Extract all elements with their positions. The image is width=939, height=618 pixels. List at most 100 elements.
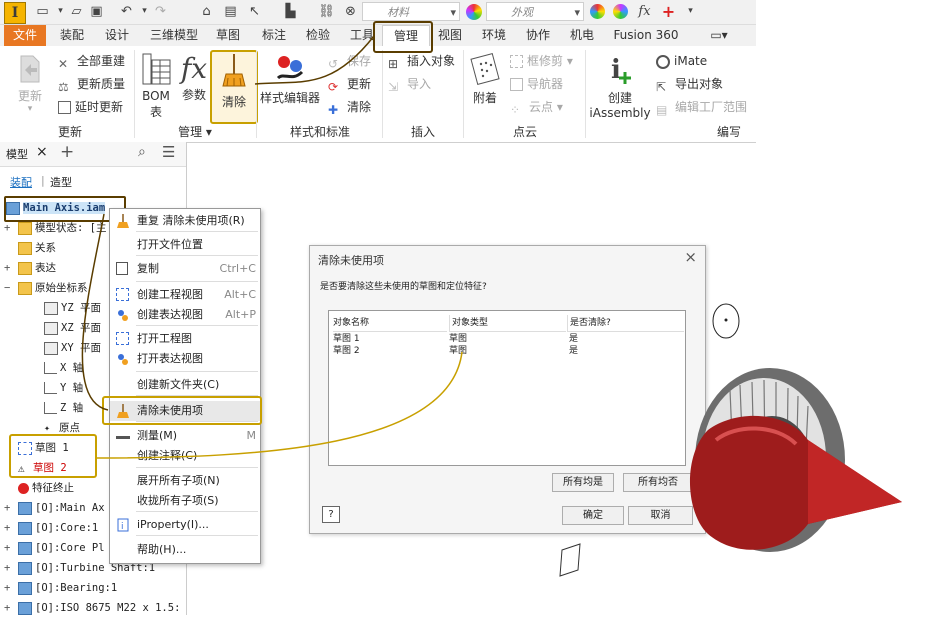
- expand-toggle-icon[interactable]: +: [4, 578, 14, 598]
- menu-item-create-presentation-view[interactable]: 创建表达视图 Alt+P: [110, 305, 260, 325]
- close-icon[interactable]: ×: [36, 144, 48, 160]
- tab-inspect[interactable]: 检验: [298, 25, 338, 46]
- menu-item-copy[interactable]: 复制 Ctrl+C: [110, 259, 260, 279]
- adjust-appearance-icon[interactable]: [590, 4, 605, 19]
- menu-item-measure[interactable]: 测量(M) M: [110, 426, 260, 446]
- link-icon[interactable]: ⛓: [318, 3, 335, 20]
- fx-icon[interactable]: fx: [636, 3, 653, 20]
- tab-assemble[interactable]: 装配: [52, 25, 92, 46]
- update-mass-button[interactable]: ⚖ 更新质量: [58, 74, 125, 94]
- redo-icon[interactable]: ↷: [152, 3, 169, 20]
- tree-item-part-bearing[interactable]: + [O]:Bearing:1: [0, 578, 117, 598]
- expand-toggle-icon[interactable]: +: [4, 258, 14, 278]
- tab-design[interactable]: 设计: [96, 25, 138, 46]
- expand-toggle-icon[interactable]: +: [4, 218, 14, 238]
- menu-item-iproperty[interactable]: i iProperty(I)...: [110, 515, 260, 535]
- new-dropdown-icon[interactable]: ▾: [52, 3, 69, 20]
- expand-toggle-icon[interactable]: −: [4, 278, 14, 298]
- turbine-assembly-model[interactable]: [689, 368, 902, 552]
- imate-button[interactable]: iMate: [656, 51, 707, 71]
- tab-environments[interactable]: 环境: [474, 25, 514, 46]
- tree-item-model-state[interactable]: + 模型状态: [主: [0, 218, 106, 238]
- material-icon[interactable]: ⊗: [342, 3, 359, 20]
- tab-view[interactable]: 视图: [432, 25, 468, 46]
- customize-icon[interactable]: ▾: [682, 3, 699, 20]
- open-icon[interactable]: ▱: [68, 3, 85, 20]
- create-iassembly-button[interactable]: i 创建 iAssembly: [588, 52, 652, 120]
- expand-toggle-icon[interactable]: +: [4, 498, 14, 518]
- rebuild-all-button[interactable]: ✕ 全部重建: [58, 51, 125, 71]
- new-file-icon[interactable]: ▭: [34, 3, 51, 20]
- tab-assembly[interactable]: 装配: [10, 174, 32, 190]
- tab-annotate[interactable]: 标注: [254, 25, 294, 46]
- expand-toggle-icon[interactable]: +: [4, 538, 14, 558]
- tree-item-part-core[interactable]: + [O]:Core:1: [0, 518, 98, 538]
- edit-factory-scope-button[interactable]: ▤ 编辑工厂范围: [656, 97, 747, 117]
- navigator-button[interactable]: 导航器: [510, 74, 563, 94]
- select-icon[interactable]: ↖: [246, 3, 263, 20]
- expand-toggle-icon[interactable]: +: [4, 558, 14, 578]
- menu-item-create-drawing-view[interactable]: 创建工程视图 Alt+C: [110, 285, 260, 305]
- expand-toggle-icon[interactable]: +: [4, 598, 14, 618]
- dialog-close-icon[interactable]: ×: [684, 248, 697, 266]
- menu-item-expand-all[interactable]: 展开所有子项(N): [110, 471, 260, 491]
- parameters-button[interactable]: fx 参数: [176, 52, 212, 103]
- material-dropdown[interactable]: 材料 ▾: [362, 2, 460, 21]
- measure-icon[interactable]: ▙: [282, 3, 299, 20]
- tree-item-y-axis[interactable]: Y 轴: [0, 378, 83, 398]
- tab-file[interactable]: 文件: [4, 25, 46, 46]
- clear-appearance-icon[interactable]: [613, 4, 628, 19]
- tree-item-part-main-axis[interactable]: + [O]:Main Ax: [0, 498, 105, 518]
- add-tab-icon[interactable]: +: [60, 142, 74, 162]
- tree-item-xz-plane[interactable]: XZ 平面: [0, 318, 101, 338]
- purge-button[interactable]: 清除: [210, 50, 258, 124]
- menu-item-collapse-all[interactable]: 收拢所有子项(S): [110, 491, 260, 511]
- column-header-name[interactable]: 对象名称: [333, 315, 447, 332]
- tab-manage[interactable]: 管理: [382, 25, 430, 47]
- undo-dropdown-icon[interactable]: ▾: [136, 3, 153, 20]
- tree-item-part-core-plate[interactable]: + [O]:Core Pl: [0, 538, 105, 558]
- attach-button[interactable]: 附着: [466, 52, 504, 106]
- insert-object-button[interactable]: ⊞ 插入对象: [388, 51, 455, 71]
- tab-3d-model[interactable]: 三维模型: [144, 25, 204, 46]
- tree-item-representations[interactable]: + 表达: [0, 258, 56, 278]
- tree-item-x-axis[interactable]: X 轴: [0, 358, 83, 378]
- menu-item-help[interactable]: 帮助(H)...: [110, 540, 260, 560]
- model-viewport[interactable]: [540, 280, 939, 615]
- tree-item-origin-point[interactable]: ✦ 原点: [0, 418, 80, 438]
- inventor-logo[interactable]: I: [4, 2, 26, 24]
- defer-update-button[interactable]: 延时更新: [58, 97, 123, 117]
- home-icon[interactable]: ⌂: [198, 3, 215, 20]
- root-assembly[interactable]: Main Axis.iam: [6, 198, 106, 218]
- tab-collaborate[interactable]: 协作: [518, 25, 558, 46]
- help-icon[interactable]: ?: [322, 506, 340, 523]
- import-button[interactable]: ⇲ 导入: [388, 74, 431, 94]
- frame-trim-button[interactable]: 框修剪 ▾: [510, 51, 573, 71]
- style-editor-button[interactable]: 样式编辑器: [258, 52, 322, 106]
- point-cloud-button[interactable]: ⁘ 云点 ▾: [510, 97, 563, 117]
- menu-item-purge-unused[interactable]: 清除未使用项: [110, 401, 260, 421]
- menu-item-open-drawing[interactable]: 打开工程图: [110, 329, 260, 349]
- bom-button[interactable]: BOM 表: [138, 52, 174, 120]
- plus-icon[interactable]: +: [660, 3, 677, 20]
- tab-tools[interactable]: 工具: [342, 25, 382, 46]
- tree-item-sketch-1[interactable]: 草图 1: [0, 438, 69, 458]
- tab-fusion-360[interactable]: Fusion 360: [608, 25, 684, 46]
- ribbon-options-icon[interactable]: ▭▾: [704, 25, 734, 46]
- menu-item-create-new-folder[interactable]: 创建新文件夹(C): [110, 375, 260, 395]
- tree-item-sketch-2[interactable]: ⚠ 草图 2: [0, 458, 67, 478]
- menu-icon[interactable]: ☰: [162, 143, 175, 161]
- tree-item-relationships[interactable]: 关系: [0, 238, 56, 258]
- tree-item-z-axis[interactable]: Z 轴: [0, 398, 83, 418]
- tree-item-xy-plane[interactable]: XY 平面: [0, 338, 101, 358]
- menu-item-create-note[interactable]: 创建注释(C): [110, 446, 260, 466]
- properties-icon[interactable]: ▤: [222, 3, 239, 20]
- update-styles-button[interactable]: ⟳ 更新: [328, 74, 371, 94]
- tree-item-origin[interactable]: − 原始坐标系: [0, 278, 88, 298]
- tree-item-yz-plane[interactable]: YZ 平面: [0, 298, 101, 318]
- menu-item-repeat-purge[interactable]: 重复 清除未使用项(R): [110, 211, 260, 231]
- save-styles-button[interactable]: ↺ 保存: [328, 51, 371, 71]
- tab-modeling[interactable]: 造型: [50, 174, 72, 190]
- search-icon[interactable]: ⌕: [138, 144, 146, 160]
- save-icon[interactable]: ▣: [88, 3, 105, 20]
